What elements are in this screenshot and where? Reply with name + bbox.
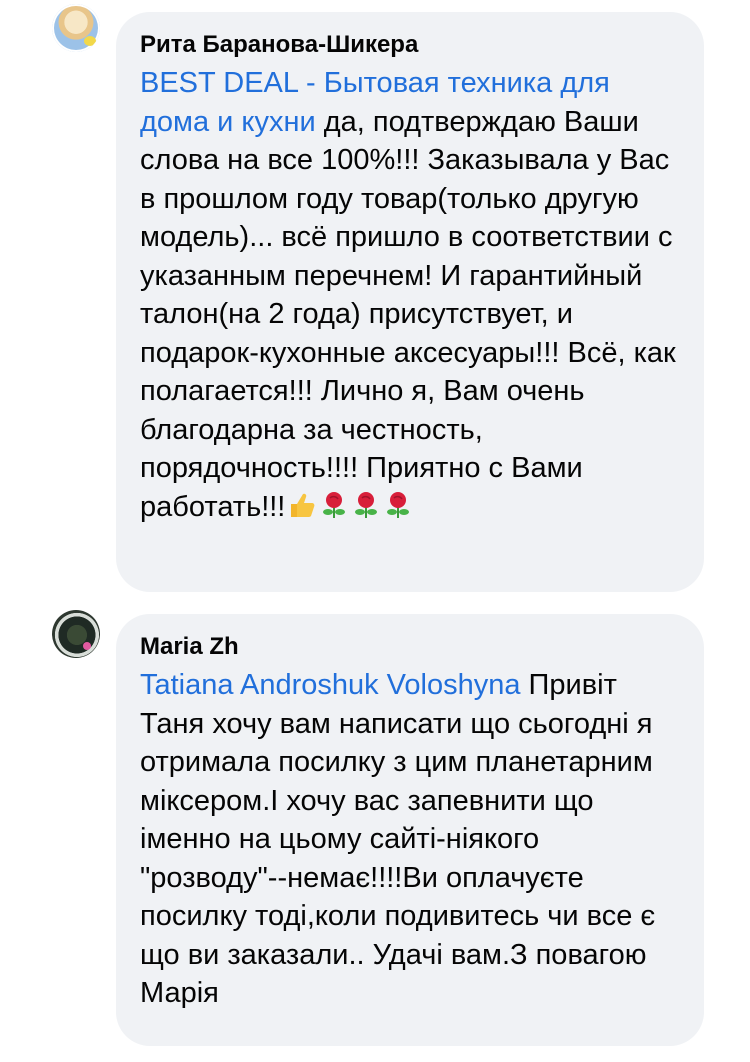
- comment-bubble-1: Рита Баранова-Шикера BEST DEAL - Бытовая…: [116, 12, 704, 592]
- rose-icon: [383, 490, 413, 520]
- comment-text-2: Tatiana Androshuk Voloshyna Привіт Таня …: [140, 666, 680, 1013]
- comment-body-2: Привіт Таня хочу вам написати що сьогодн…: [140, 669, 656, 1009]
- avatar-maria[interactable]: [52, 610, 100, 658]
- rose-icon: [319, 490, 349, 520]
- comment-author-2[interactable]: Maria Zh: [140, 630, 680, 664]
- comment-mention-2[interactable]: Tatiana Androshuk Voloshyna: [140, 669, 521, 701]
- thumbs-up-icon: [287, 490, 317, 520]
- comment-author-1[interactable]: Рита Баранова-Шикера: [140, 28, 680, 62]
- comment-bubble-2: Maria Zh Tatiana Androshuk Voloshyna При…: [116, 614, 704, 1046]
- rose-icon: [351, 490, 381, 520]
- comment-body-1: да, подтверждаю Ваши слова на все 100%!!…: [140, 105, 676, 523]
- avatar-rita[interactable]: [52, 4, 100, 52]
- comment-text-1: BEST DEAL - Бытовая техника для дома и к…: [140, 64, 680, 526]
